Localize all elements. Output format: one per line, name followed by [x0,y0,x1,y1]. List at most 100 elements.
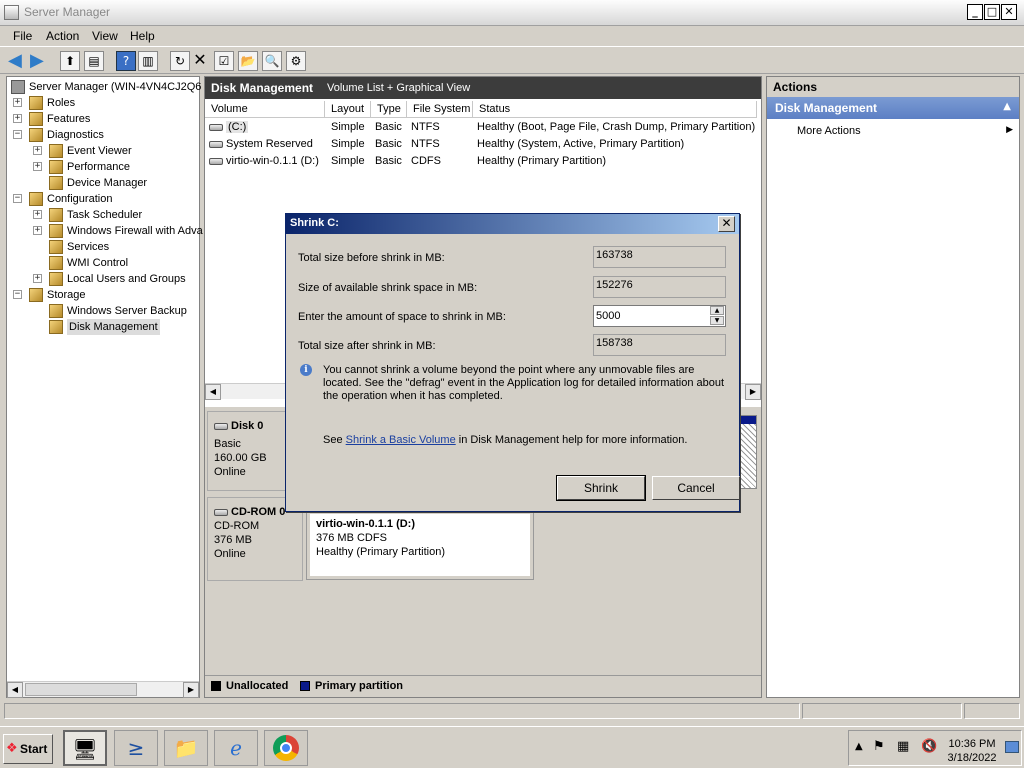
tree-item[interactable]: + Features [7,111,197,127]
menu-help[interactable]: Help [130,29,155,43]
scroll-left-icon[interactable]: ◀ [205,384,221,400]
tree-item[interactable]: + Roles [7,95,197,111]
volume-row[interactable]: (C:) Simple Basic NTFS Healthy (Boot, Pa… [205,119,761,136]
settings-icon[interactable]: ⚙ [286,51,306,71]
expand-icon[interactable]: + [33,162,42,171]
collapse-icon[interactable]: − [13,290,22,299]
tree-item[interactable]: − Configuration [7,191,197,207]
title-bar[interactable]: Server Manager _ □ ✕ [0,0,1024,26]
clock[interactable]: 10:36 PM 3/18/2022 [941,737,1003,765]
scroll-left-icon[interactable]: ◀ [7,682,23,698]
back-icon[interactable]: ◀ [8,52,22,70]
tree-item[interactable]: Device Manager [7,175,197,191]
spin-up-icon[interactable]: ▲ [710,306,724,315]
tree-horizontal-scrollbar[interactable]: ◀ ▶ [7,681,199,698]
scroll-right-icon[interactable]: ▶ [745,384,761,400]
show-desktop-icon[interactable] [1005,741,1019,753]
dialog-title-bar[interactable]: Shrink C: ✕ [286,214,739,234]
close-button[interactable]: ✕ [1001,4,1017,20]
more-actions-item[interactable]: More Actions ▶ [797,125,1017,141]
taskbar: ❖ Start 🖥 ≥ 📁 ℯ ▲ ⚑ ▦ 🔇 10:36 PM 3/18/20… [0,726,1024,768]
up-folder-icon[interactable]: ⬆ [60,51,80,71]
refresh-icon[interactable]: ↻ [170,51,190,71]
available-value: 152276 [593,276,726,298]
legend-unallocated: Unallocated [226,680,289,692]
expand-icon[interactable]: + [33,146,42,155]
server-icon [11,80,25,94]
menu-action[interactable]: Action [46,29,79,43]
expand-icon[interactable]: + [33,210,42,219]
action-center-flag-icon[interactable]: ⚑ [873,739,885,754]
info-icon: i [300,364,312,376]
maximize-button[interactable]: □ [984,4,1000,20]
tree-item[interactable]: + Event Viewer [7,143,197,159]
help-line: See Shrink a Basic Volume in Disk Manage… [323,434,688,446]
tree-item[interactable]: Windows Server Backup [7,303,197,319]
show-hide-tree-icon[interactable]: ▤ [84,51,104,71]
volume-disk-icon [209,123,223,131]
taskbar-chrome[interactable] [264,730,308,766]
shrink-basic-volume-link[interactable]: Shrink a Basic Volume [346,434,456,446]
center-title: Disk Management [211,81,314,95]
disk0-partition-bar[interactable] [739,415,757,489]
unallocated-swatch [211,681,221,691]
shrink-button[interactable]: Shrink [556,475,646,501]
tree-item[interactable]: + Performance [7,159,197,175]
total-before-value: 163738 [593,246,726,268]
start-button[interactable]: ❖ Start [3,734,53,764]
column-status[interactable]: Status [473,101,757,118]
column-layout[interactable]: Layout [325,101,371,118]
shrink-amount-input[interactable] [593,305,726,327]
expand-icon[interactable]: + [33,226,42,235]
tree-item[interactable]: − Diagnostics [7,127,197,143]
expand-icon[interactable]: + [13,98,22,107]
collapse-icon[interactable]: − [13,130,22,139]
tree-item[interactable]: + Local Users and Groups [7,271,197,287]
show-hidden-icons-icon[interactable]: ▲ [855,741,863,752]
properties-icon[interactable]: ☑ [214,51,234,71]
scroll-thumb[interactable] [25,683,137,696]
volume-muted-icon[interactable]: 🔇 [921,739,937,754]
tree-item[interactable]: + Task Scheduler [7,207,197,223]
actions-header: Actions [767,77,1019,97]
cdrom-icon [209,157,223,165]
tree-item[interactable]: WMI Control [7,255,197,271]
tree-item[interactable]: + Windows Firewall with Adva [7,223,203,239]
collapse-icon[interactable]: ▲ [1003,101,1011,112]
menu-bar: File Action View Help [0,26,1024,46]
tree-item[interactable]: Services [7,239,197,255]
minimize-button[interactable]: _ [967,4,983,20]
taskbar-server-manager[interactable]: 🖥 [63,730,107,766]
spin-down-icon[interactable]: ▼ [710,316,724,325]
cancel-button[interactable]: Cancel [652,476,740,500]
network-icon[interactable]: ▦ [897,739,909,754]
volume-row[interactable]: virtio-win-0.1.1 (D:) Simple Basic CDFS … [205,153,761,170]
taskbar-internet-explorer[interactable]: ℯ [214,730,258,766]
expand-icon[interactable]: + [33,274,42,283]
show-hide-action-pane-icon[interactable]: ▥ [138,51,158,71]
column-file-system[interactable]: File System [407,101,473,118]
open-folder-icon[interactable]: 📂 [238,51,258,71]
expand-icon[interactable]: + [13,114,22,123]
dialog-close-button[interactable]: ✕ [718,216,735,232]
cdrom-volume-block[interactable]: virtio-win-0.1.1 (D:) 376 MB CDFS Health… [306,510,534,580]
column-volume[interactable]: Volume [205,101,325,118]
collapse-icon[interactable]: − [13,194,22,203]
column-type[interactable]: Type [371,101,407,118]
tree-node-icon [49,208,63,222]
volume-row[interactable]: System Reserved Simple Basic NTFS Health… [205,136,761,153]
taskbar-powershell[interactable]: ≥ [114,730,158,766]
scroll-right-icon[interactable]: ▶ [183,682,199,698]
menu-view[interactable]: View [92,29,118,43]
tree-item[interactable]: Disk Management [7,319,197,335]
delete-icon[interactable]: ✕ [190,51,210,71]
actions-section-disk-management[interactable]: Disk Management ▲ [767,97,1019,119]
menu-file[interactable]: File [13,29,32,43]
tree-item[interactable]: − Storage [7,287,197,303]
forward-icon[interactable]: ▶ [30,52,44,70]
tree-node-icon [29,128,43,142]
search-icon[interactable]: 🔍 [262,51,282,71]
help-icon[interactable]: ? [116,51,136,71]
shrink-note: You cannot shrink a volume beyond the po… [323,364,725,402]
taskbar-explorer[interactable]: 📁 [164,730,208,766]
